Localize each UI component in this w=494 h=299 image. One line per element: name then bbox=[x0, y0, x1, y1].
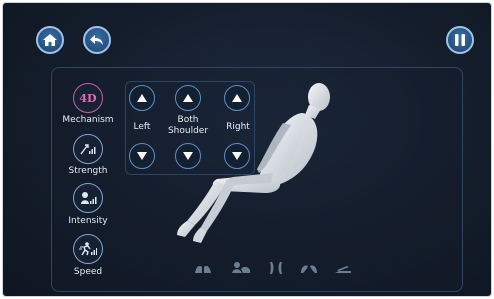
speed-label: Speed bbox=[73, 267, 103, 277]
strength-button[interactable] bbox=[73, 134, 103, 164]
pause-icon bbox=[455, 34, 465, 46]
pause-button[interactable] bbox=[446, 26, 474, 54]
intensity-button[interactable] bbox=[73, 183, 103, 213]
down-arrow-icon bbox=[137, 152, 147, 160]
back-arrow-icon bbox=[90, 35, 103, 45]
speed-icon bbox=[79, 242, 97, 256]
hands-icon[interactable] bbox=[193, 261, 213, 275]
mechanism-label: Mechanism bbox=[62, 115, 114, 125]
back-button[interactable] bbox=[83, 26, 111, 54]
left-up-button[interactable] bbox=[129, 85, 155, 111]
home-icon bbox=[43, 34, 57, 46]
up-arrow-icon bbox=[137, 94, 147, 102]
screen: 4D Mechanism Strength Intensity Speed Le… bbox=[3, 3, 491, 296]
feet-icon[interactable] bbox=[299, 261, 319, 275]
speed-button[interactable] bbox=[73, 234, 103, 264]
intensity-icon bbox=[81, 192, 97, 204]
body-figure-illustration bbox=[177, 83, 330, 243]
left-down-button[interactable] bbox=[129, 143, 155, 169]
strength-icon bbox=[80, 144, 96, 155]
home-button[interactable] bbox=[36, 26, 64, 54]
shoulder-icon[interactable] bbox=[231, 261, 251, 275]
legs-icon[interactable] bbox=[266, 261, 286, 275]
intensity-label: Intensity bbox=[68, 216, 108, 226]
mechanism-button[interactable]: 4D bbox=[73, 83, 103, 113]
mechanism-4d-icon: 4D bbox=[79, 91, 97, 105]
strength-label: Strength bbox=[68, 166, 108, 176]
left-label: Left bbox=[133, 122, 151, 132]
recline-icon[interactable] bbox=[333, 261, 353, 275]
